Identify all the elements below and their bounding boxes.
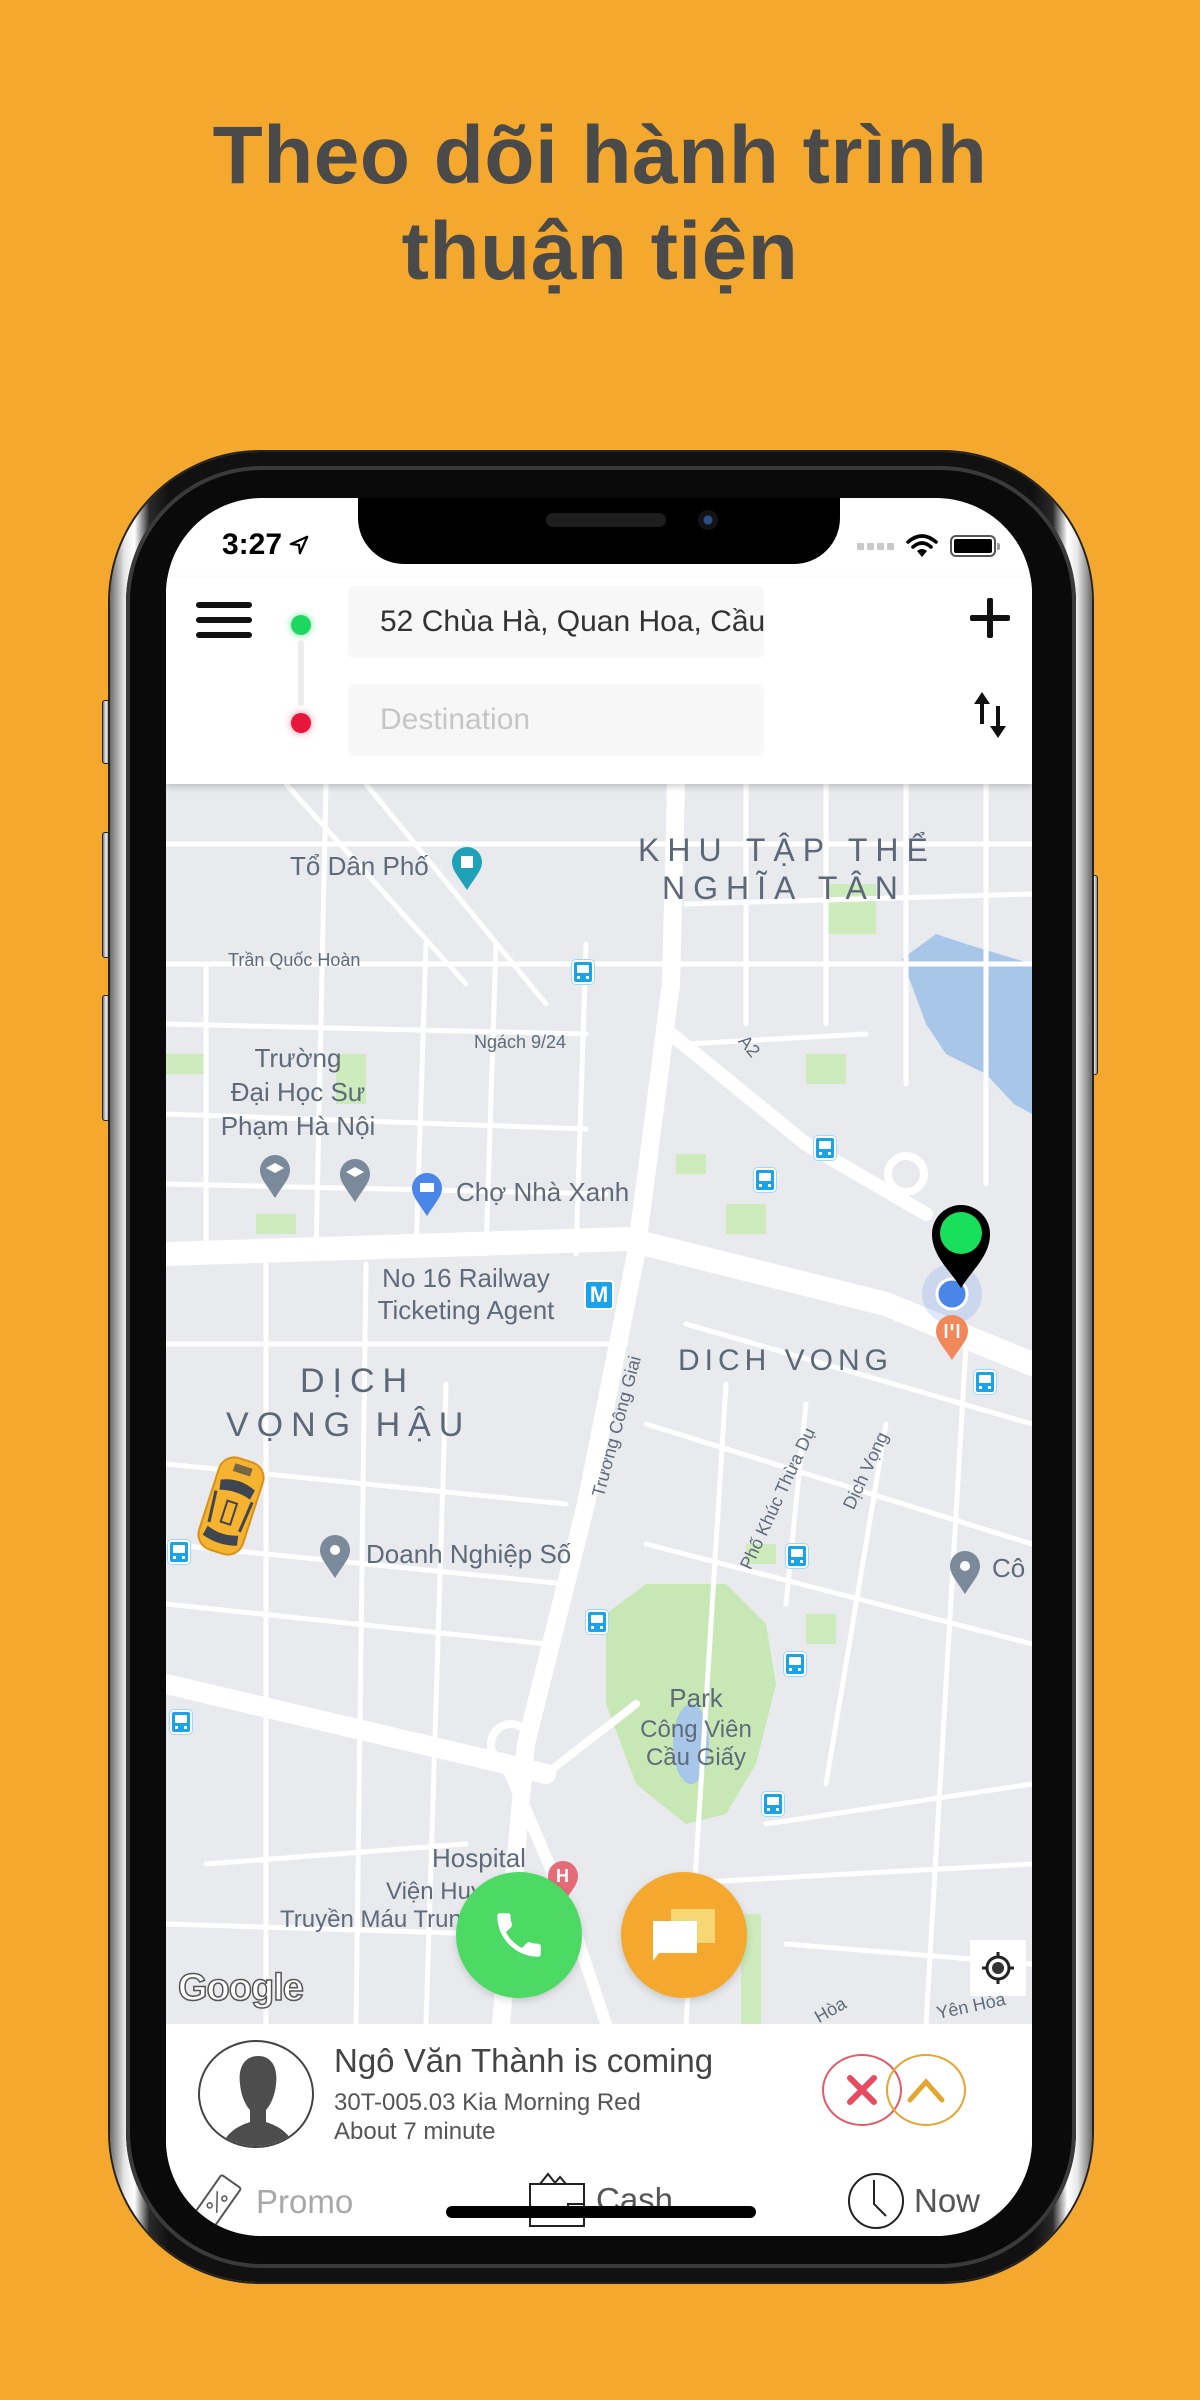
map-label-cong-vien-2: Cầu Giấy bbox=[645, 1744, 747, 1771]
promo-label: Promo bbox=[256, 2183, 354, 2220]
bus-stop-icon bbox=[762, 1792, 784, 1816]
map-label-railway-1: No 16 Railway bbox=[382, 1263, 550, 1293]
swap-vertical-icon[interactable] bbox=[970, 690, 1010, 740]
map-label-hospital: Hospital bbox=[432, 1843, 526, 1873]
earpiece-speaker bbox=[546, 513, 666, 527]
restaurant-pin-icon bbox=[936, 1315, 968, 1360]
volume-down-button bbox=[102, 995, 110, 1121]
location-arrow-icon bbox=[289, 535, 309, 555]
bus-stop-icon bbox=[754, 1168, 776, 1192]
status-time: 3:27 bbox=[222, 528, 310, 562]
notch bbox=[358, 498, 840, 564]
mute-switch bbox=[102, 700, 110, 764]
status-indicators bbox=[857, 534, 1000, 558]
bus-stop-icon bbox=[572, 960, 594, 984]
pickup-pin-icon bbox=[932, 1205, 990, 1288]
eta-text: About 7 minute bbox=[334, 2118, 496, 2145]
headline-line-2: thuận tiện bbox=[401, 206, 799, 297]
vehicle-info: 30T-005.03 Kia Morning Red bbox=[334, 2089, 641, 2116]
map-label-truong-2: Đại Học Sư bbox=[230, 1077, 366, 1107]
destination-dot-icon bbox=[291, 713, 311, 733]
status-time-text: 3:27 bbox=[222, 528, 283, 561]
place-pin-icon bbox=[950, 1551, 980, 1594]
call-driver-button[interactable] bbox=[456, 1872, 582, 1998]
promo-option[interactable]: Promo bbox=[186, 2172, 353, 2232]
close-icon bbox=[847, 2075, 877, 2105]
volume-up-button bbox=[102, 832, 110, 958]
signal-dots-icon bbox=[857, 542, 894, 550]
map-label-khu-tap-the: KHU TẬP THỂ bbox=[638, 832, 936, 868]
place-pin-icon bbox=[320, 1535, 350, 1578]
wifi-icon bbox=[906, 534, 938, 557]
bus-stop-icon bbox=[974, 1370, 996, 1394]
clock-icon bbox=[848, 2173, 904, 2229]
driver-panel: Ngô Văn Thành is coming 30T-005.03 Kia M… bbox=[166, 2024, 1032, 2236]
front-camera bbox=[698, 510, 718, 530]
school-pin-icon bbox=[340, 1159, 370, 1202]
school-pin-icon bbox=[260, 1155, 290, 1198]
map-label-nghia-tan: NGHĨA TÂN bbox=[662, 870, 906, 906]
battery-icon bbox=[950, 535, 1000, 557]
map-label-dich-vong-hau-2: VỌNG HẬU bbox=[226, 1406, 472, 1444]
payment-option[interactable]: Cash bbox=[526, 2172, 673, 2228]
chat-bubbles-icon bbox=[653, 1909, 715, 1961]
map-label-cho-nha-xanh: Chợ Nhà Xanh bbox=[456, 1177, 630, 1207]
bus-stop-icon bbox=[168, 1540, 190, 1564]
my-location-button[interactable] bbox=[970, 1940, 1026, 1996]
map-label-park: Park bbox=[669, 1683, 723, 1713]
chevron-up-icon bbox=[907, 2078, 945, 2103]
schedule-option[interactable]: Now bbox=[846, 2172, 980, 2230]
route-connector bbox=[298, 640, 304, 706]
bus-stop-icon bbox=[814, 1136, 836, 1160]
my-location-icon bbox=[982, 1952, 1014, 1984]
map-label-dich-vong: DICH VONG bbox=[678, 1344, 894, 1377]
schedule-label: Now bbox=[914, 2182, 981, 2219]
headline: Theo dõi hành trình thuận tiện bbox=[0, 108, 1200, 300]
expand-panel-button[interactable] bbox=[886, 2054, 966, 2126]
google-attribution[interactable]: Google bbox=[177, 1966, 304, 2010]
landmark-pin-icon bbox=[452, 847, 482, 890]
map-label-con-partial: Cô bbox=[992, 1553, 1026, 1583]
map-label-truong-3: Phạm Hà Nội bbox=[220, 1111, 376, 1141]
metro-station-icon: M bbox=[584, 1280, 614, 1310]
coupon-icon bbox=[192, 2174, 242, 2230]
bus-stop-icon bbox=[586, 1610, 608, 1634]
bus-stop-icon bbox=[170, 1710, 192, 1734]
shopping-pin-icon bbox=[412, 1173, 442, 1216]
origin-dot-icon bbox=[291, 615, 311, 635]
driver-avatar bbox=[198, 2040, 314, 2148]
map-label-ngach: Ngách 9/24 bbox=[474, 1032, 567, 1052]
origin-input[interactable]: 52 Chùa Hà, Quan Hoa, Cầu Giấy,... bbox=[348, 586, 764, 658]
map-label-truong-1: Trường bbox=[254, 1043, 342, 1073]
home-indicator[interactable] bbox=[446, 2206, 756, 2218]
hospital-marker-letter: H bbox=[556, 1866, 569, 1886]
headline-line-1: Theo dõi hành trình bbox=[212, 110, 988, 201]
hamburger-menu-icon[interactable] bbox=[196, 602, 252, 650]
wallet-icon bbox=[529, 2172, 585, 2227]
map-label-railway-2: Ticketing Agent bbox=[377, 1295, 555, 1325]
route-search-header: 52 Chùa Hà, Quan Hoa, Cầu Giấy,... Desti… bbox=[166, 578, 1032, 784]
bus-stop-icon bbox=[784, 1652, 806, 1676]
driver-status-text: Ngô Văn Thành is coming bbox=[334, 2042, 714, 2079]
bus-stop-icon bbox=[786, 1544, 808, 1568]
map-view[interactable]: Tổ Dân Phố KHU TẬP THỂ NGHĨA TÂN Trần Qu… bbox=[166, 784, 1032, 2024]
destination-input[interactable]: Destination bbox=[348, 684, 764, 756]
phone-screen: 3:27 52 Chùa Hà, Quan Hoa, Cầu Giấy,... … bbox=[166, 498, 1032, 2236]
phone-icon bbox=[497, 1913, 541, 1957]
map-label-doanh-nghiep-so: Doanh Nghiệp Số bbox=[366, 1539, 572, 1569]
plus-icon[interactable] bbox=[968, 596, 1012, 640]
ride-options: Promo Cash Now bbox=[166, 2172, 1032, 2232]
map-label-vien-huyet-2: Truyền Máu Trun bbox=[280, 1906, 462, 1933]
person-silhouette-icon bbox=[221, 2056, 295, 2146]
map-label-cong-vien-1: Công Viên bbox=[640, 1716, 752, 1743]
driver-details: 30T-005.03 Kia Morning Red About 7 minut… bbox=[334, 2088, 641, 2146]
map-label-to-dan-pho: Tổ Dân Phố bbox=[290, 851, 429, 881]
map-label-dich-vong-hau-1: DỊCH bbox=[300, 1362, 416, 1400]
map-label-tran-quoc-hoan: Trần Quốc Hoàn bbox=[228, 950, 361, 970]
chat-driver-button[interactable] bbox=[621, 1872, 747, 1998]
